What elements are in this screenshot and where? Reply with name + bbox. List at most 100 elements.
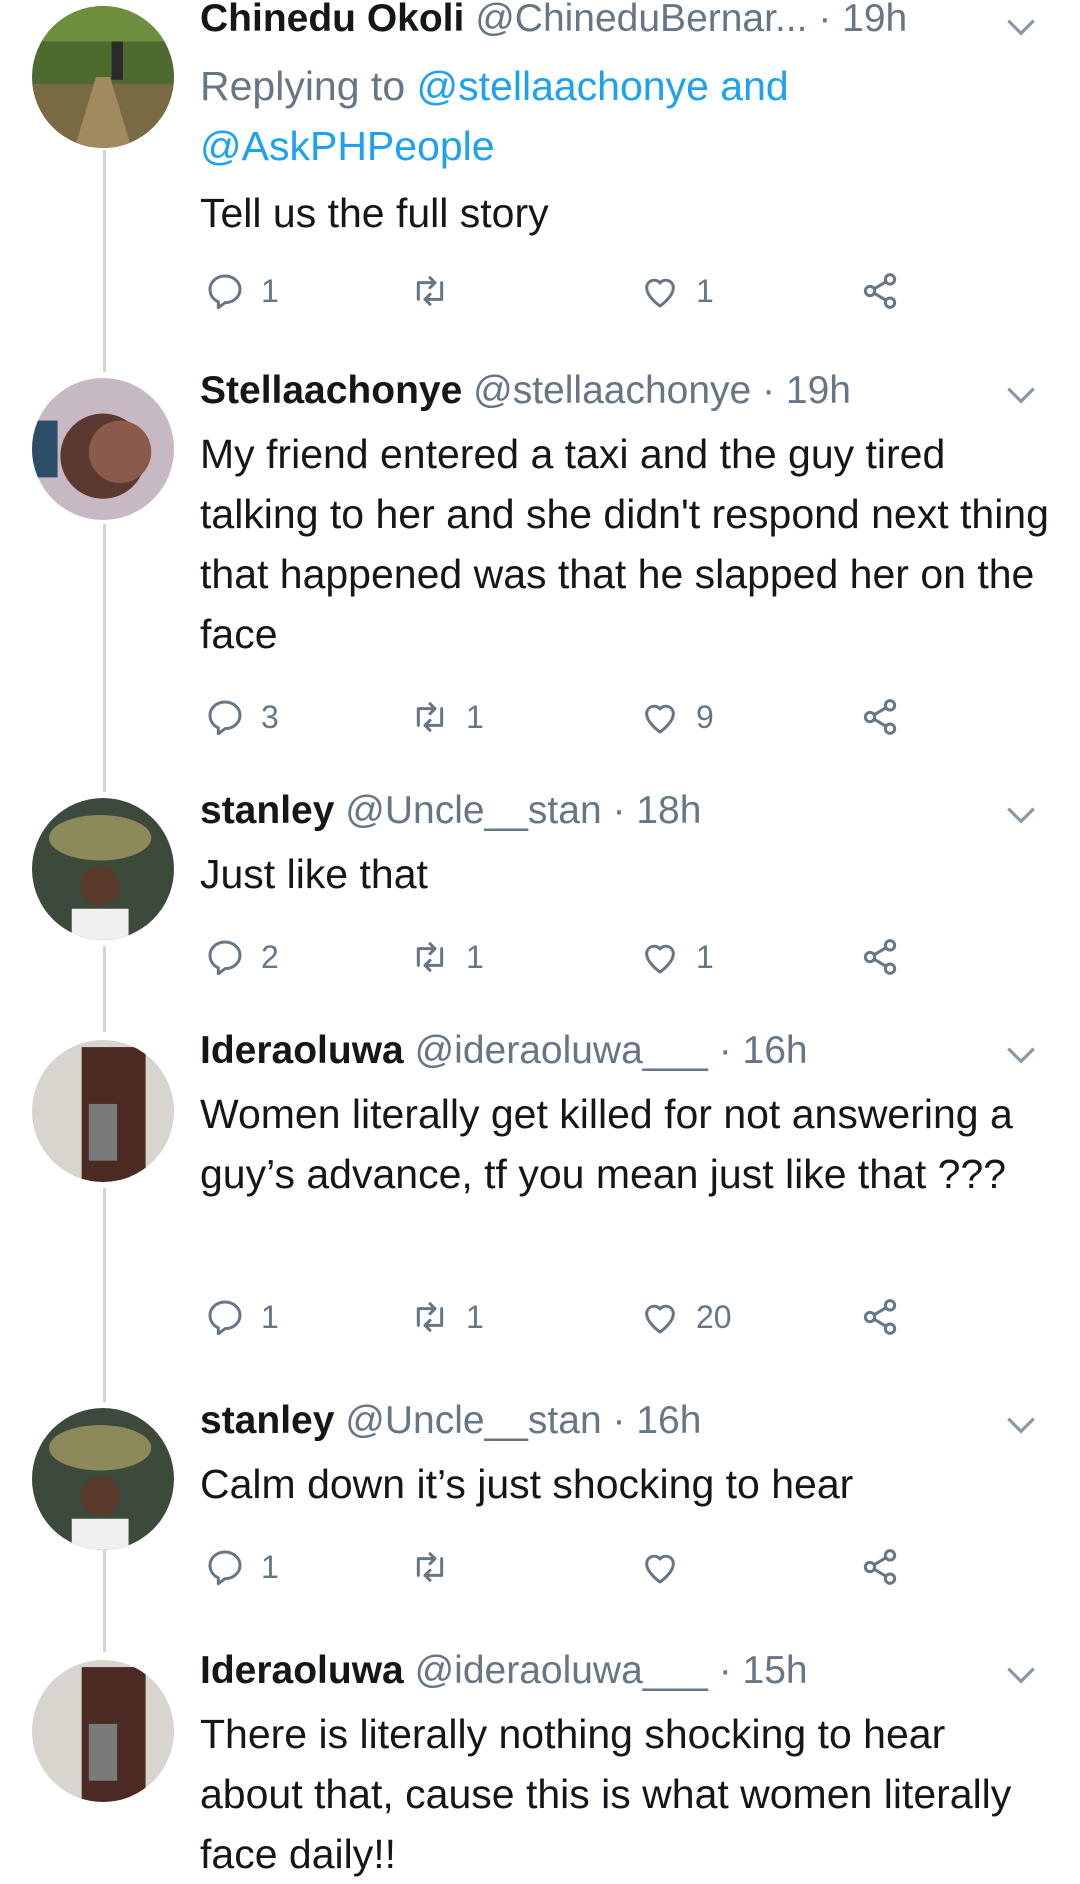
retweet-button[interactable]: 1 <box>410 934 484 980</box>
retweet-button[interactable] <box>410 268 466 314</box>
share-button[interactable] <box>860 1294 916 1340</box>
replying-to: Replying to @stellaachonye and @AskPHPeo… <box>200 56 789 176</box>
timestamp[interactable]: · 19h <box>762 369 851 412</box>
tweet-text: There is literally nothing shocking to h… <box>200 1711 1012 1877</box>
retweet-icon <box>416 942 444 972</box>
tweet-header: Ideraoluwa @ideraoluwa___ · 15h <box>200 1648 808 1694</box>
tweet-actions: 1 1 20 <box>200 1294 920 1340</box>
like-count: 1 <box>696 272 714 309</box>
user-handle[interactable]: @ideraoluwa___ <box>415 1029 708 1072</box>
thread-line <box>103 1188 106 1402</box>
retweet-count: 1 <box>466 938 484 975</box>
share-icon <box>863 699 897 735</box>
timestamp[interactable]: · 15h <box>719 1649 808 1692</box>
chevron-down-icon[interactable] <box>1002 1036 1040 1074</box>
retweet-icon <box>416 1302 444 1332</box>
like-count: 1 <box>696 938 714 975</box>
avatar[interactable] <box>32 1040 174 1182</box>
timestamp[interactable]: · 19h <box>818 0 907 40</box>
retweet-button[interactable]: 1 <box>410 694 484 740</box>
share-icon <box>863 1549 897 1585</box>
reply-button[interactable]: 1 <box>205 268 279 314</box>
tweet-header: Chinedu Okoli @ChineduBernar... · 19h <box>200 0 907 42</box>
reply-count: 1 <box>261 1298 279 1335</box>
reply-icon <box>208 1300 242 1336</box>
like-button[interactable] <box>640 1544 696 1590</box>
timestamp[interactable]: · 16h <box>719 1029 808 1072</box>
chevron-down-icon[interactable] <box>1002 376 1040 414</box>
reply-icon <box>208 940 242 976</box>
retweet-count: 1 <box>466 698 484 735</box>
avatar[interactable] <box>32 6 174 148</box>
display-name[interactable]: stanley <box>200 1399 334 1442</box>
like-button[interactable]: 1 <box>640 934 714 980</box>
display-name[interactable]: Chinedu Okoli <box>200 0 464 40</box>
share-button[interactable] <box>860 1544 916 1590</box>
chevron-down-icon[interactable] <box>1002 1656 1040 1694</box>
tweet-actions: 1 1 <box>200 268 920 314</box>
thread-line <box>103 150 106 372</box>
display-name[interactable]: Ideraoluwa <box>200 1649 404 1692</box>
retweet-button[interactable] <box>410 1544 466 1590</box>
avatar[interactable] <box>32 1660 174 1802</box>
like-button[interactable]: 20 <box>640 1294 732 1340</box>
retweet-icon <box>416 1552 444 1582</box>
tweet-text: Tell us the full story <box>200 190 549 236</box>
mention-link[interactable]: @stellaachonye and <box>417 63 789 109</box>
thread-line <box>103 524 106 792</box>
user-handle[interactable]: @Uncle__stan <box>345 789 601 832</box>
reply-count: 1 <box>261 1548 279 1585</box>
reply-count: 3 <box>261 698 279 735</box>
reply-button[interactable]: 1 <box>205 1294 279 1340</box>
reply-icon <box>208 700 242 736</box>
replying-to-label: Replying to <box>200 63 406 109</box>
tweet-text: My friend entered a taxi and the guy tir… <box>200 431 1049 657</box>
like-count: 20 <box>696 1298 732 1335</box>
share-icon <box>863 273 897 309</box>
tweet-header: Ideraoluwa @ideraoluwa___ · 16h <box>200 1028 808 1074</box>
retweet-count: 1 <box>466 1298 484 1335</box>
retweet-icon <box>416 276 444 306</box>
share-icon <box>863 939 897 975</box>
reply-button[interactable]: 1 <box>205 1544 279 1590</box>
heart-icon <box>645 1304 675 1334</box>
avatar[interactable] <box>32 798 174 940</box>
like-button[interactable]: 9 <box>640 694 714 740</box>
tweet-actions: 2 1 1 <box>200 934 920 980</box>
chevron-down-icon[interactable] <box>1002 796 1040 834</box>
timestamp[interactable]: · 18h <box>613 789 702 832</box>
avatar[interactable] <box>32 378 174 520</box>
share-button[interactable] <box>860 694 916 740</box>
tweet-actions: 1 <box>200 1544 920 1590</box>
reply-icon <box>208 1550 242 1586</box>
display-name[interactable]: stanley <box>200 789 334 832</box>
tweet-text: Calm down it’s just shocking to hear <box>200 1461 854 1507</box>
user-handle[interactable]: @ideraoluwa___ <box>415 1649 708 1692</box>
display-name[interactable]: Stellaachonye <box>200 369 462 412</box>
share-button[interactable] <box>860 268 916 314</box>
retweet-button[interactable]: 1 <box>410 1294 484 1340</box>
tweet-header: Stellaachonye @stellaachonye · 19h <box>200 368 851 414</box>
reply-count: 2 <box>261 938 279 975</box>
chevron-down-icon[interactable] <box>1002 8 1040 46</box>
timestamp[interactable]: · 16h <box>613 1399 702 1442</box>
mention-link[interactable]: @AskPHPeople <box>200 123 495 169</box>
user-handle[interactable]: @ChineduBernar... <box>475 0 807 40</box>
heart-icon <box>645 278 675 308</box>
reply-button[interactable]: 2 <box>205 934 279 980</box>
chevron-down-icon[interactable] <box>1002 1406 1040 1444</box>
thread-line <box>103 946 106 1032</box>
retweet-icon <box>416 702 444 732</box>
thread-line <box>103 1550 106 1652</box>
tweet-text: Women literally get killed for not answe… <box>200 1091 1013 1197</box>
display-name[interactable]: Ideraoluwa <box>200 1029 404 1072</box>
like-count: 9 <box>696 698 714 735</box>
user-handle[interactable]: @Uncle__stan <box>345 1399 601 1442</box>
user-handle[interactable]: @stellaachonye <box>473 369 751 412</box>
share-button[interactable] <box>860 934 916 980</box>
avatar[interactable] <box>32 1408 174 1550</box>
like-button[interactable]: 1 <box>640 268 714 314</box>
reply-button[interactable]: 3 <box>205 694 279 740</box>
heart-icon <box>645 1554 675 1584</box>
reply-count: 1 <box>261 272 279 309</box>
